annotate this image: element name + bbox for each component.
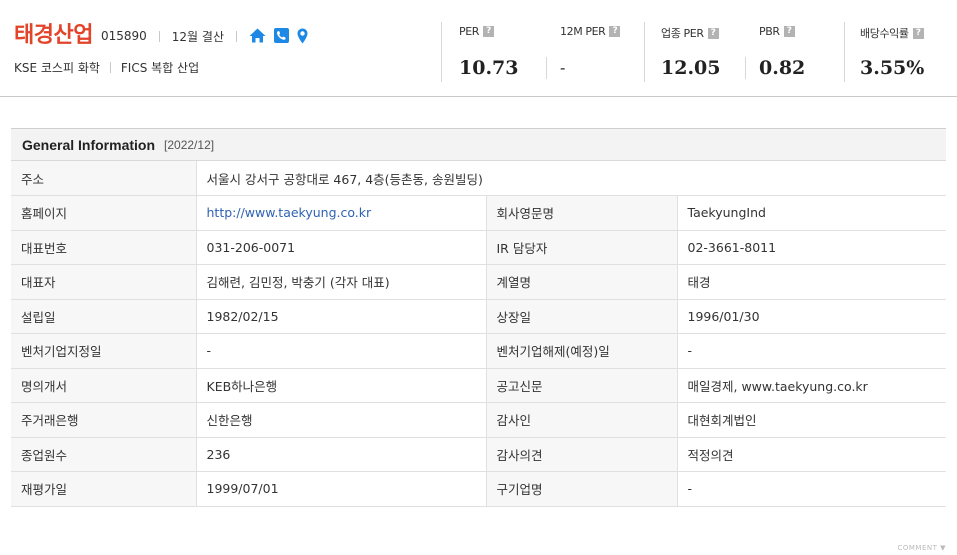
row-value: 김해련, 김민정, 박충기 (각자 대표) [196, 264, 487, 300]
company-name: 태경산업 [14, 23, 93, 48]
info-table: 주소 서울시 강서구 공항대로 467, 4층(등촌동, 송원빌딩) 홈페이지 h… [11, 161, 947, 507]
divider [441, 22, 442, 82]
row-label: 구기업명 [486, 471, 678, 507]
divider [236, 30, 237, 42]
row-label: 재평가일 [11, 471, 197, 507]
row-value: - [677, 471, 947, 507]
table-row: 종업원수 236 감사의견 적정의견 [11, 437, 947, 472]
row-value: 1996/01/30 [677, 299, 947, 334]
fics-classification: FICS 복합 산업 [120, 61, 200, 75]
table-row: 홈페이지 http://www.taekyung.co.kr 회사영문명 Taekyu… [11, 195, 947, 231]
metric-industry-per: 업종 PER? 12.05 [661, 25, 721, 79]
table-row: 주거래은행 신한은행 감사인 대현회계법인 [11, 402, 947, 438]
general-information-panel: General Information [2022/12] 주소 서울시 강서구… [11, 128, 947, 507]
row-label: 주소 [11, 161, 197, 196]
row-value: 236 [196, 437, 487, 472]
table-row: 벤처기업지정일 - 벤처기업해제(예정)일 - [11, 333, 947, 369]
table-row: 설립일 1982/02/15 상장일 1996/01/30 [11, 299, 947, 334]
metric-value: 10.73 [459, 57, 519, 79]
row-label: 벤처기업지정일 [11, 333, 197, 369]
help-icon[interactable]: ? [483, 26, 495, 37]
table-row: 대표자 김해련, 김민정, 박충기 (각자 대표) 계열명 태경 [11, 264, 947, 300]
metric-pbr: PBR? 0.82 [759, 25, 805, 79]
company-links [249, 28, 308, 44]
row-value: 대현회계법인 [677, 402, 947, 438]
metric-value: 0.82 [759, 57, 806, 79]
row-value: 신한은행 [196, 402, 487, 438]
stock-code: 015890 [100, 29, 147, 43]
market-info-row: KSE 코스피 화학 FICS 복합 산업 [14, 59, 199, 76]
location-pin-icon[interactable] [297, 28, 308, 44]
row-label: 주거래은행 [11, 402, 197, 438]
row-value: 031-206-0071 [196, 230, 487, 265]
divider [109, 62, 111, 73]
homepage-link[interactable]: http://www.taekyung.co.kr [207, 205, 372, 220]
row-label: 종업원수 [11, 437, 197, 472]
panel-period: [2022/12] [164, 137, 215, 152]
row-label: IR 담당자 [486, 230, 678, 265]
address-value: 서울시 강서구 공항대로 467, 4층(등촌동, 송원빌딩) [196, 161, 947, 196]
metric-per: PER? 10.73 [459, 25, 519, 79]
row-value: http://www.taekyung.co.kr [196, 195, 487, 231]
help-icon[interactable]: ? [609, 26, 621, 37]
metric-value: 3.55% [860, 57, 925, 79]
row-value: 태경 [677, 264, 947, 300]
metric-label: PER [459, 25, 480, 38]
phone-icon[interactable] [274, 28, 289, 43]
table-row: 명의개서 KEB하나은행 공고신문 매일경제, www.taekyung.co.kr [11, 368, 947, 403]
row-label: 홈페이지 [11, 195, 197, 231]
divider [546, 57, 547, 79]
row-label: 계열명 [486, 264, 678, 300]
row-value: TaekyungInd [677, 195, 947, 231]
row-label: 회사영문명 [486, 195, 678, 231]
help-icon[interactable]: ? [783, 26, 795, 37]
row-value: 1999/07/01 [196, 471, 487, 507]
metric-value: 12.05 [661, 57, 721, 79]
comment-toggle[interactable]: COMMENT ▼ [897, 544, 946, 552]
divider [745, 57, 746, 79]
row-label: 감사의견 [486, 437, 678, 472]
divider [158, 30, 160, 42]
row-value: 1982/02/15 [196, 299, 487, 334]
settlement-month: 12월 결산 [171, 29, 224, 44]
row-label: 감사인 [486, 402, 678, 438]
company-title-row: 태경산업 015890 12월 결산 [14, 17, 308, 49]
row-value: - [196, 333, 487, 369]
divider [844, 22, 845, 82]
home-icon[interactable] [249, 28, 266, 43]
metric-label: PBR [759, 25, 780, 38]
row-value: - [677, 333, 947, 369]
metric-label: 12M PER [560, 25, 606, 38]
metric-dividend-yield: 배당수익률? 3.55% [860, 25, 924, 79]
table-row: 대표번호 031-206-0071 IR 담당자 02-3661-8011 [11, 230, 947, 265]
row-label: 설립일 [11, 299, 197, 334]
table-row: 주소 서울시 강서구 공항대로 467, 4층(등촌동, 송원빌딩) [11, 161, 947, 196]
metric-12m-per: 12M PER? - [560, 25, 621, 77]
row-label: 벤처기업해제(예정)일 [486, 333, 678, 369]
metric-label: 업종 PER [661, 27, 704, 40]
panel-title: General Information [22, 136, 156, 153]
row-label: 공고신문 [486, 368, 678, 403]
metric-label: 배당수익률 [860, 27, 909, 40]
divider [644, 22, 645, 82]
row-label: 상장일 [486, 299, 678, 334]
company-header: 태경산업 015890 12월 결산 KSE 코스피 화학 FICS 복합 산업… [0, 0, 957, 97]
row-label: 대표자 [11, 264, 197, 300]
panel-header: General Information [2022/12] [11, 129, 946, 161]
row-value: 02-3661-8011 [677, 230, 947, 265]
row-value: KEB하나은행 [196, 368, 487, 403]
row-value: 매일경제, www.taekyung.co.kr [677, 368, 947, 403]
row-label: 명의개서 [11, 368, 197, 403]
metric-value: - [560, 60, 566, 77]
table-row: 재평가일 1999/07/01 구기업명 - [11, 471, 947, 507]
help-icon[interactable]: ? [912, 27, 924, 39]
row-label: 대표번호 [11, 230, 197, 265]
help-icon[interactable]: ? [707, 27, 719, 39]
row-value: 적정의견 [677, 437, 947, 472]
market-classification: KSE 코스피 화학 [14, 61, 100, 75]
